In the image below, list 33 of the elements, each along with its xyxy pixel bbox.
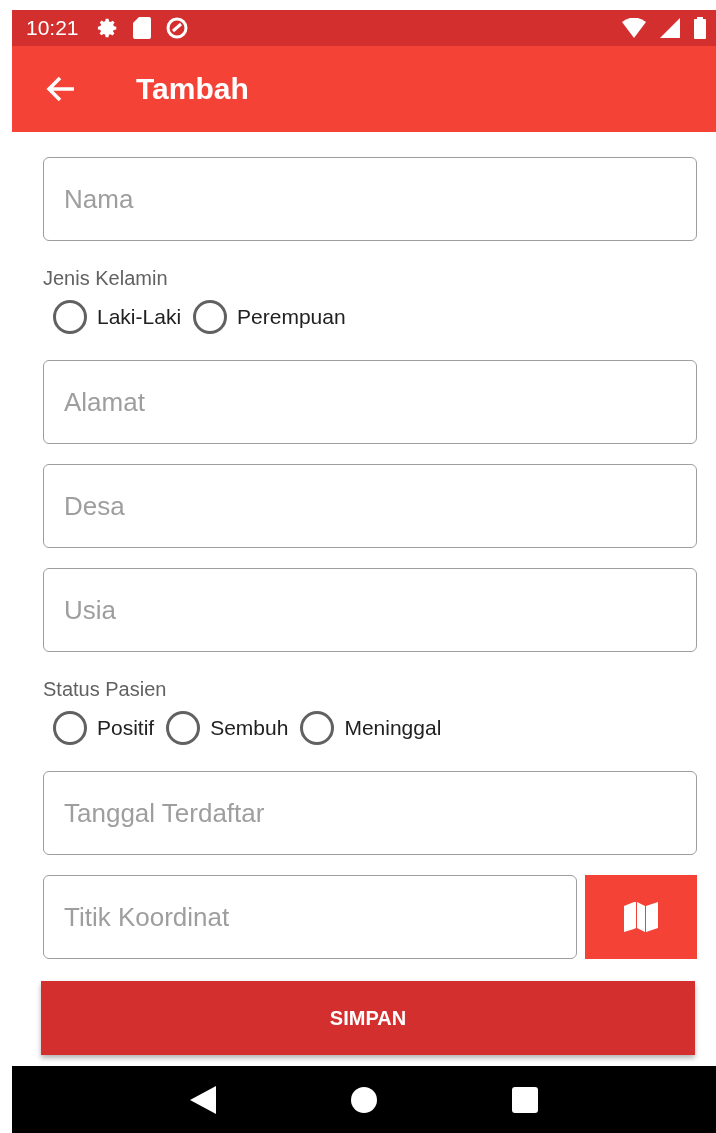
app-bar-title: Tambah: [136, 72, 249, 106]
signal-icon: [660, 18, 680, 38]
text-field[interactable]: Titik Koordinat: [43, 875, 577, 959]
text-field[interactable]: Alamat: [43, 360, 697, 444]
radio-circle[interactable]: [300, 711, 335, 745]
sd-card-icon: [132, 17, 151, 39]
text-field[interactable]: Desa: [43, 464, 697, 548]
radio-circle[interactable]: [193, 300, 228, 334]
status-time: 10:21: [26, 16, 79, 40]
radio-circle[interactable]: [53, 711, 87, 745]
text-field[interactable]: Usia: [43, 568, 697, 652]
map-button[interactable]: [585, 875, 697, 959]
back-arrow-icon[interactable]: [46, 76, 76, 102]
radio-option[interactable]: Laki-Laki: [53, 300, 182, 334]
radio-option[interactable]: Positif: [53, 711, 155, 745]
wifi-icon: [622, 18, 646, 38]
home-circle-icon[interactable]: [351, 1086, 377, 1113]
gear-icon: [96, 17, 119, 39]
save-button[interactable]: SIMPAN: [41, 981, 695, 1055]
group-label: Jenis Kelamin: [43, 267, 169, 290]
group-label: Status Pasien: [43, 678, 168, 701]
radio-circle[interactable]: [53, 300, 87, 334]
battery-icon: [694, 17, 706, 39]
radio-circle[interactable]: [166, 711, 201, 745]
recents-square-icon[interactable]: [512, 1086, 539, 1113]
radio-option[interactable]: Sembuh: [166, 711, 289, 745]
text-field[interactable]: Nama: [43, 157, 697, 241]
circle-icon: [164, 16, 189, 40]
radio-option[interactable]: Perempuan: [193, 300, 346, 334]
back-triangle-icon[interactable]: [189, 1085, 216, 1114]
text-field[interactable]: Tanggal Terdaftar: [43, 771, 697, 855]
radio-option[interactable]: Meninggal: [300, 711, 442, 745]
map-icon: [624, 902, 658, 932]
